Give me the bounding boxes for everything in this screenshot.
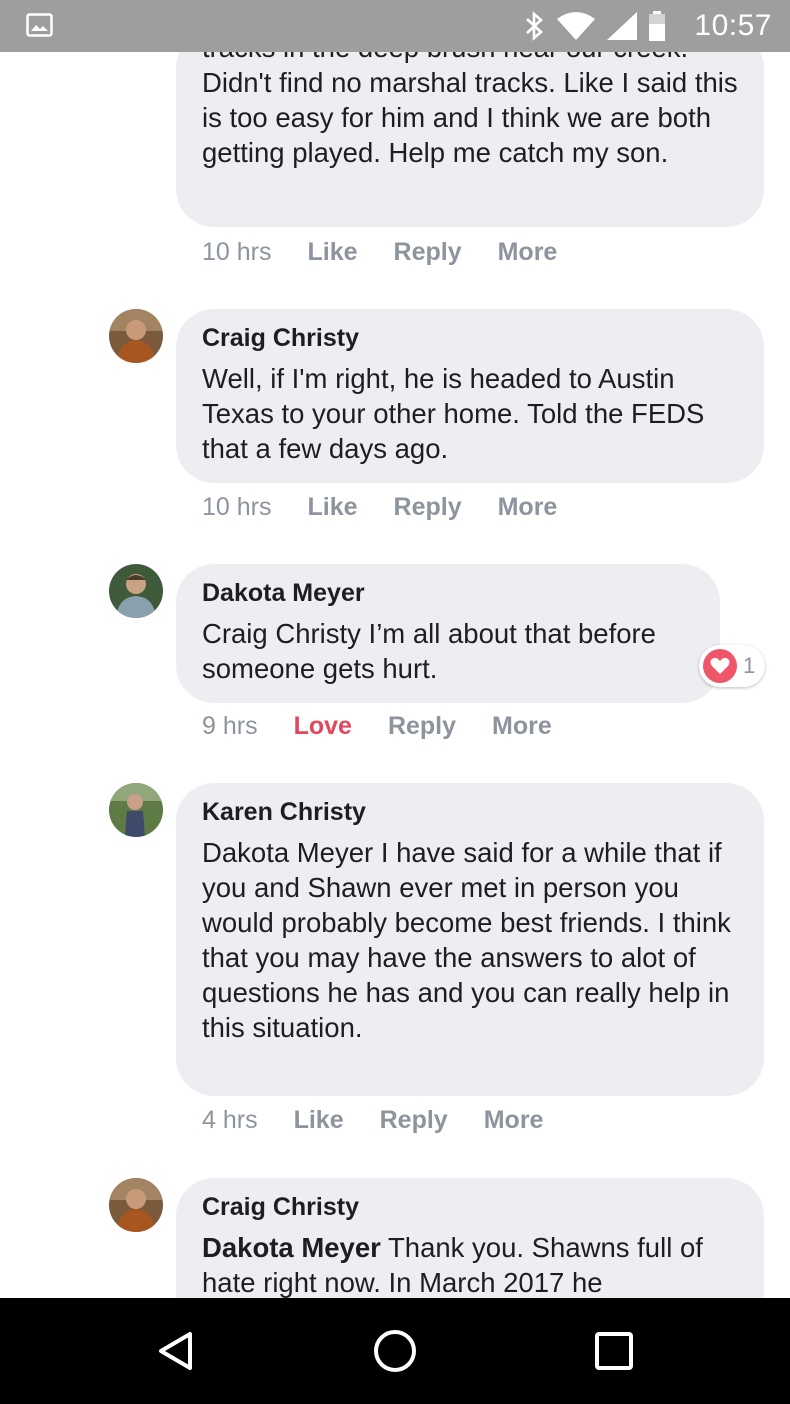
recents-icon[interactable] [589, 1326, 639, 1376]
more-button[interactable]: More [484, 1105, 544, 1135]
comment-text: Dakota Meyer I have said for a while tha… [202, 837, 731, 1043]
reaction-count: 1 [743, 653, 756, 678]
comment-bubble[interactable]: Karen Christy Dakota Meyer I have said f… [176, 783, 764, 1096]
love-button[interactable]: Love [294, 711, 352, 741]
reply-button[interactable]: Reply [394, 492, 462, 522]
comment-author[interactable]: Craig Christy [202, 1192, 738, 1222]
comment-text: Well, if I'm right, he is headed to Aust… [202, 363, 705, 464]
comment-actions: 9 hrs Love Reply More [202, 711, 588, 741]
comment-bubble[interactable]: tracks in the deep brush near our creek.… [176, 52, 764, 227]
gallery-icon [26, 13, 53, 37]
comment-bubble[interactable]: Craig Christy Dakota Meyer Thank you. Sh… [176, 1178, 764, 1298]
comment-author[interactable]: Craig Christy [202, 323, 738, 353]
status-icons [524, 10, 666, 42]
comment-author[interactable]: Karen Christy [202, 797, 738, 827]
avatar[interactable] [109, 309, 163, 363]
comment-author[interactable]: Dakota Meyer [202, 578, 694, 608]
avatar[interactable] [109, 783, 163, 837]
comment-time: 9 hrs [202, 712, 258, 740]
home-icon[interactable] [370, 1326, 420, 1376]
status-bar: 10:57 [0, 0, 790, 52]
more-button[interactable]: More [498, 492, 558, 522]
comment-bubble[interactable]: Dakota Meyer Craig Christy I’m all about… [176, 564, 720, 703]
comment-actions: 10 hrs Like Reply More [202, 492, 593, 522]
comment-feed[interactable]: tracks in the deep brush near our creek.… [0, 52, 790, 1298]
reaction-badge[interactable]: 1 [699, 645, 765, 687]
avatar[interactable] [109, 564, 163, 618]
bluetooth-icon [526, 11, 543, 41]
battery-icon [649, 11, 665, 41]
reply-button[interactable]: Reply [394, 237, 462, 267]
like-button[interactable]: Like [294, 1105, 344, 1135]
comment-time: 10 hrs [202, 493, 272, 521]
comment-actions: 10 hrs Like Reply More [202, 237, 593, 267]
signal-icon [607, 12, 637, 40]
back-icon[interactable] [152, 1326, 202, 1376]
reply-button[interactable]: Reply [380, 1105, 448, 1135]
comment-actions: 4 hrs Like Reply More [202, 1105, 579, 1135]
more-button[interactable]: More [498, 237, 558, 267]
reply-button[interactable]: Reply [388, 711, 456, 741]
navigation-bar [0, 1298, 790, 1404]
wifi-icon [557, 12, 595, 40]
like-button[interactable]: Like [307, 237, 357, 267]
comment-text: Craig Christy I’m all about that before … [202, 618, 656, 684]
comment-text: tracks in the deep brush near our creek.… [202, 52, 738, 168]
comment-text: Dakota Meyer Thank you. Shawns full of h… [202, 1230, 738, 1298]
heart-icon [703, 649, 737, 683]
comment-time: 4 hrs [202, 1106, 258, 1134]
mentioned-name[interactable]: Dakota Meyer [202, 1232, 381, 1263]
more-button[interactable]: More [492, 711, 552, 741]
comment-time: 10 hrs [202, 238, 272, 266]
avatar[interactable] [109, 1178, 163, 1232]
clock: 10:57 [694, 9, 772, 42]
like-button[interactable]: Like [307, 492, 357, 522]
comment-bubble[interactable]: Craig Christy Well, if I'm right, he is … [176, 309, 764, 483]
